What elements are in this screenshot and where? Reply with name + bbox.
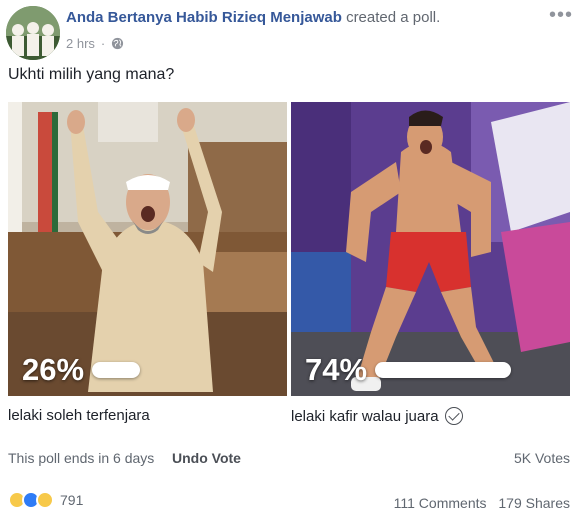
option-2-percent: 74%: [305, 352, 368, 387]
option-1-bar-fill: [92, 362, 140, 378]
comments-count[interactable]: 111 Comments: [394, 495, 487, 511]
shares-count[interactable]: 179 Shares: [498, 495, 570, 511]
votes-count[interactable]: 5K Votes: [514, 450, 570, 466]
poll-option-2[interactable]: 74%: [291, 102, 570, 396]
poll-ends-text: This poll ends in 6 days: [8, 450, 155, 466]
reaction-count: 791: [60, 492, 84, 508]
post-text: Ukhti milih yang mana?: [8, 66, 175, 83]
option-2-label: lelaki kafir walau juara: [291, 407, 439, 425]
reactions-summary[interactable]: 791: [8, 491, 83, 509]
more-options-icon[interactable]: •••: [549, 5, 573, 25]
sad-reaction-icon: [36, 491, 54, 509]
option-1-label-row[interactable]: lelaki soleh terfenjara: [8, 407, 150, 424]
globe-icon[interactable]: [111, 37, 124, 50]
option-2-bar-track: [375, 362, 559, 378]
engagement-counts: 111 Comments 179 Shares: [386, 495, 570, 511]
author-line: Anda Bertanya Habib Rizieq Menjawab crea…: [66, 9, 440, 26]
check-circle-icon: [444, 407, 463, 425]
page-avatar[interactable]: [6, 6, 60, 60]
poll-option-1[interactable]: 26%: [8, 102, 287, 396]
option-1-percent: 26%: [22, 352, 85, 387]
option-2-label-row[interactable]: lelaki kafir walau juara: [291, 407, 463, 425]
option-2-bar-fill: [375, 362, 511, 378]
post-header: Anda Bertanya Habib Rizieq Menjawab crea…: [6, 5, 577, 60]
author-name[interactable]: Anda Bertanya Habib Rizieq Menjawab: [66, 9, 342, 26]
undo-vote-button[interactable]: Undo Vote: [172, 450, 241, 466]
option-1-bar-track: [92, 362, 276, 378]
post-action: created a poll.: [346, 9, 441, 26]
post-meta: 2 hrs ·: [66, 36, 124, 51]
post-timestamp[interactable]: 2 hrs: [66, 36, 95, 51]
option-1-label: lelaki soleh terfenjara: [8, 407, 150, 424]
